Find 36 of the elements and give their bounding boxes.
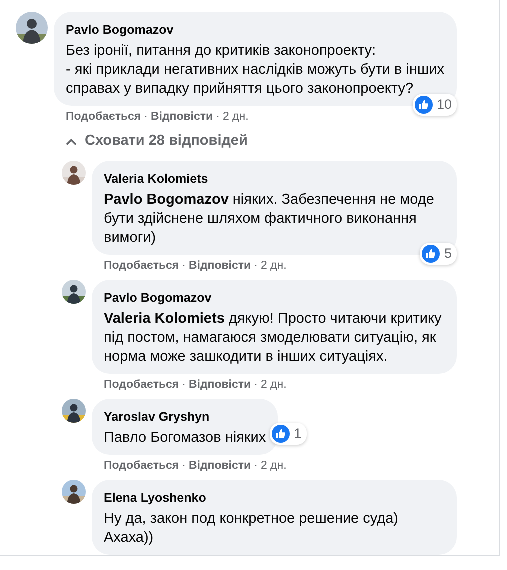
like-link[interactable]: Подобається [66, 109, 142, 125]
comment-text: Ну да, закон под конкретное решение суда) Ахаха)) [104, 510, 400, 548]
comment-text: Павло Богомазов ніяких [104, 428, 266, 448]
like-icon [272, 424, 290, 443]
hide-replies-button[interactable]: Сховати 28 відповідей [66, 131, 248, 153]
separator-dot: · [144, 110, 148, 125]
author-name[interactable]: Valeria Kolomiets [104, 170, 208, 187]
separator-dot: · [182, 258, 186, 274]
like-link[interactable]: Подобається [104, 258, 180, 274]
timestamp[interactable]: 2 дн. [222, 109, 249, 125]
chevron-up-icon [66, 138, 77, 146]
like-icon [414, 96, 433, 114]
author-name[interactable]: Pavlo Bogomazov [66, 22, 174, 38]
separator-dot: · [182, 378, 186, 393]
reply-link[interactable]: Відповісти [188, 258, 252, 274]
timestamp[interactable]: 2 дн. [260, 258, 287, 274]
timestamp[interactable]: 2 дн. [260, 458, 287, 474]
author-name[interactable]: Pavlo Bogomazov [104, 290, 212, 306]
reaction-count[interactable]: 1 [270, 422, 307, 445]
author-name[interactable]: Yaroslav Gryshyn [104, 408, 210, 425]
separator-dot: · [254, 378, 258, 393]
like-link[interactable]: Подобається [104, 458, 180, 474]
comment-text: Valeria Kolomiets дякую! Просто читаючи критику під постом, намагаюся змоделювати ситуацію, як норма може зашкодити в інших ситуаціях. [104, 310, 443, 367]
like-icon [422, 244, 440, 263]
separator-dot: · [254, 458, 258, 474]
separator-dot: · [216, 110, 220, 125]
like-link[interactable]: Подобається [104, 376, 180, 393]
timestamp[interactable]: 2 дн. [260, 376, 287, 393]
separator-dot: · [254, 258, 258, 274]
reaction-count[interactable]: 5 [420, 242, 457, 265]
author-name[interactable]: Elena Lyoshenko [104, 490, 206, 506]
separator-dot: · [182, 458, 186, 474]
reply-link[interactable]: Відповісти [188, 458, 252, 474]
reply-link[interactable]: Відповісти [188, 376, 252, 393]
reaction-count[interactable]: 10 [412, 94, 457, 116]
reply-link[interactable]: Відповісти [150, 109, 214, 125]
